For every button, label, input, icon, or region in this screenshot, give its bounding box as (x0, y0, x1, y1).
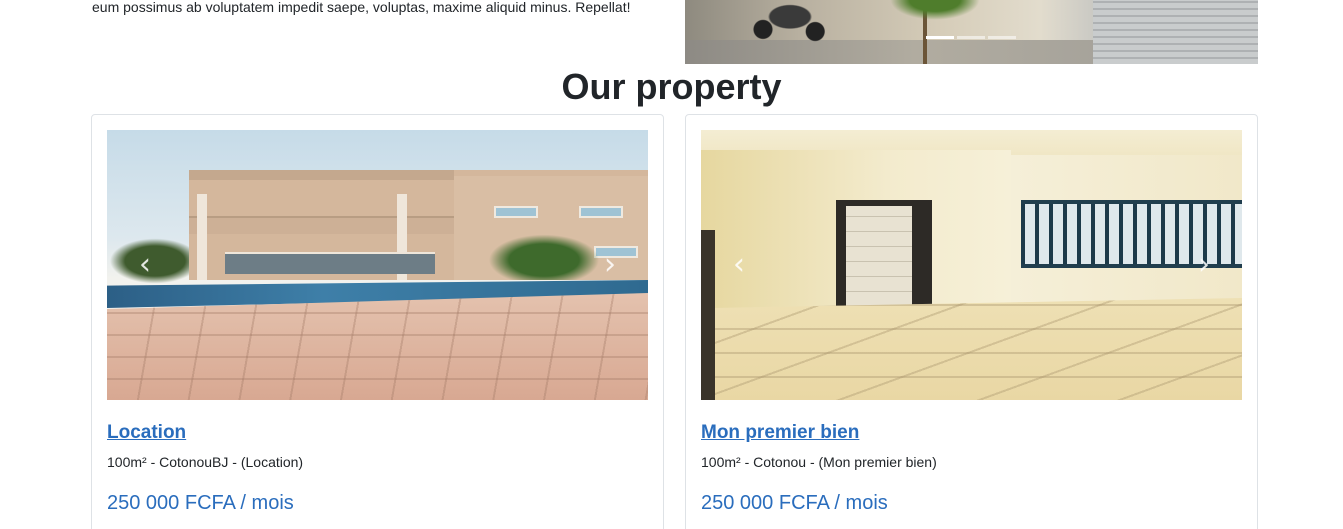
photo-deck (107, 293, 648, 400)
property-photo (107, 130, 648, 400)
carousel-next-icon[interactable]: › (1198, 250, 1210, 280)
carousel-prev-icon[interactable]: ‹ (139, 250, 151, 280)
property-card: ‹ › Location 100m² - CotonouBJ - (Locati… (91, 114, 664, 529)
photo-pillar (197, 194, 207, 280)
hero-carousel-indicators (926, 36, 1016, 39)
property-price: 250 000 FCFA / mois (107, 492, 294, 514)
photo-window (579, 206, 623, 218)
section-title: Our property (561, 66, 782, 107)
property-card: ‹ › Mon premier bien 100m² - Cotonou - (… (685, 114, 1258, 529)
property-meta: 100m² - CotonouBJ - (Location) (107, 454, 304, 470)
hero-palm-leaves (890, 0, 980, 20)
photo-floor (701, 298, 1242, 400)
property-price: 250 000 FCFA / mois (701, 492, 888, 514)
photo-balcony (189, 216, 454, 234)
property-title-link[interactable]: Mon premier bien (701, 421, 859, 445)
photo-bush (479, 230, 609, 280)
photo-bathroom (846, 206, 912, 306)
property-carousel[interactable]: ‹ › (701, 130, 1242, 400)
property-carousel[interactable]: ‹ › (107, 130, 648, 400)
photo-glass-doors (225, 252, 435, 274)
property-photo (701, 130, 1242, 400)
property-title-link[interactable]: Location (107, 421, 186, 445)
hero-indicator[interactable] (926, 36, 954, 39)
photo-roof (189, 170, 454, 180)
photo-doorway (836, 200, 932, 306)
intro-paragraph: eum possimus ab voluptatem impedit saepe… (92, 0, 631, 15)
photo-window (494, 206, 538, 218)
carousel-prev-icon[interactable]: ‹ (733, 250, 745, 280)
photo-edge (701, 230, 715, 400)
hero-carousel-image[interactable] (685, 0, 1258, 64)
hero-motorbike (745, 0, 835, 42)
hero-indicator[interactable] (957, 36, 985, 39)
carousel-next-icon[interactable]: › (604, 250, 616, 280)
property-meta: 100m² - Cotonou - (Mon premier bien) (701, 454, 937, 470)
hero-shutter (1093, 0, 1258, 64)
hero-indicator[interactable] (988, 36, 1016, 39)
